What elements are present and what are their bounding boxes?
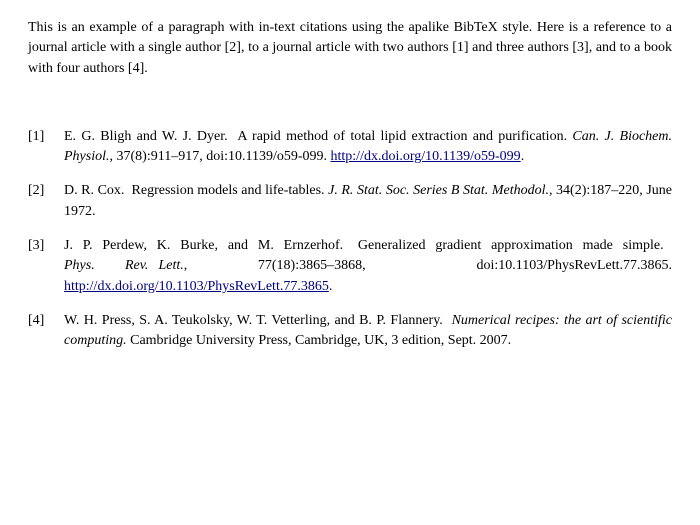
ref-content-1: E. G. Bligh and W. J. Dyer. A rapid meth… [64,127,672,168]
reference-item-1: [1] E. G. Bligh and W. J. Dyer. A rapid … [28,127,672,168]
ref-label-3: [3] [28,236,64,256]
ref-label-1: [1] [28,127,64,147]
ref-1-url[interactable]: http://dx.doi.org/10.1139/o59-099 [331,149,521,164]
ref-label-4: [4] [28,311,64,331]
ref-content-2: D. R. Cox. Regression models and life-ta… [64,181,672,222]
ref-content-3: J. P. Perdew, K. Burke, and M. Ernzerhof… [64,236,672,297]
references-section: [1] E. G. Bligh and W. J. Dyer. A rapid … [28,127,672,352]
ref-content-4: W. H. Press, S. A. Teukolsky, W. T. Vett… [64,311,672,352]
ref-label-2: [2] [28,181,64,201]
intro-paragraph: This is an example of a paragraph with i… [28,18,672,79]
reference-item-4: [4] W. H. Press, S. A. Teukolsky, W. T. … [28,311,672,352]
reference-item-3: [3] J. P. Perdew, K. Burke, and M. Ernze… [28,236,672,297]
ref-3-url[interactable]: http://dx.doi.org/10.1103/PhysRevLett.77… [64,279,329,294]
reference-item-2: [2] D. R. Cox. Regression models and lif… [28,181,672,222]
paragraph-text: This is an example of a paragraph with i… [28,20,672,76]
